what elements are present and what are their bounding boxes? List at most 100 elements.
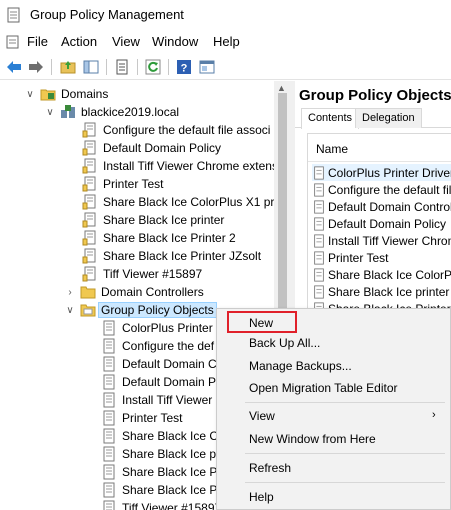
tree-item-gpo[interactable]: Printer Test (101, 409, 182, 427)
gpo-link-icon (82, 140, 96, 156)
tree-item-gpo-link[interactable]: Share Black Ice printer (82, 211, 224, 229)
refresh-button[interactable] (143, 57, 163, 77)
list-item[interactable]: Share Black Ice ColorPlus (312, 266, 451, 283)
forward-button[interactable] (26, 57, 46, 77)
tree-label: Share Black Ice Pr (122, 465, 222, 479)
menu-action[interactable]: Action (61, 34, 97, 49)
tree-item-gpo-link[interactable]: Share Black Ice Printer 2 (82, 229, 236, 247)
column-header-name[interactable]: Name (308, 134, 451, 162)
toolbar: ? (0, 54, 451, 80)
tree-item-gpo-link[interactable]: Share Black Ice ColorPlus X1 prir (82, 193, 281, 211)
tab-delegation[interactable]: Delegation (355, 108, 422, 128)
console-view-button[interactable] (197, 57, 217, 77)
expand-chevron-icon[interactable]: › (64, 286, 76, 298)
list-item[interactable]: Install Tiff Viewer Chrome (312, 232, 451, 249)
tree-item-gpo[interactable]: Configure the def (101, 337, 214, 355)
menu-item-new[interactable]: New (249, 316, 273, 330)
tree-label: Configure the default file associ (103, 123, 271, 137)
back-arrow-icon (7, 61, 21, 73)
tree-label: Domains (61, 87, 109, 101)
tree-item-gpo[interactable]: Install Tiff Viewer (101, 391, 212, 409)
list-item[interactable]: Printer Test (312, 249, 388, 266)
help-button[interactable]: ? (174, 57, 194, 77)
gpo-icon (103, 338, 115, 354)
tree-item-gpo-link[interactable]: Printer Test (82, 175, 163, 193)
gpo-icon (103, 428, 115, 444)
help-icon: ? (177, 60, 191, 75)
tab-contents[interactable]: Contents (301, 108, 360, 129)
gpo-link-icon (82, 266, 96, 282)
gpo-icon (103, 482, 115, 498)
gpo-icon (103, 500, 115, 510)
list-item-label: Install Tiff Viewer Chrome (328, 233, 451, 248)
menu-window[interactable]: Window (152, 34, 198, 49)
menu-item-back-up-all[interactable]: Back Up All... (249, 336, 320, 350)
gpo-link-icon (82, 122, 96, 138)
menu-item-new-window-from-here[interactable]: New Window from Here (249, 432, 376, 446)
tree-label: Share Black Ice Printer JZsolt (103, 249, 262, 263)
menu-file[interactable]: File (27, 34, 48, 49)
domains-icon (40, 89, 56, 101)
tree-item-gpo-link[interactable]: Install Tiff Viewer Chrome extens (82, 157, 278, 175)
show-hide-console-tree-button[interactable] (81, 57, 101, 77)
title-bar: Group Policy Management (0, 0, 451, 30)
list-item[interactable]: ColorPlus Printer Driver (312, 164, 451, 181)
tree-item-gpo[interactable]: Share Black Ice Pr (101, 463, 221, 481)
tree-label: Tiff Viewer #15897 (103, 267, 203, 281)
collapse-chevron-icon[interactable]: ∨ (64, 304, 76, 316)
forward-arrow-icon (29, 61, 43, 73)
tree-item-gpo[interactable]: Default Domain P (101, 373, 216, 391)
gpo-icon (314, 199, 324, 214)
menu-help[interactable]: Help (213, 34, 240, 49)
details-header: Group Policy Objects (295, 81, 451, 105)
tree-label: Printer Test (103, 177, 164, 191)
console-menu-icon[interactable] (5, 34, 21, 50)
tree-item-gpo[interactable]: Share Black Ice Pr (101, 481, 221, 499)
tree-item-domains[interactable]: ∨ Domains (24, 85, 108, 103)
window-title: Group Policy Management (30, 7, 184, 22)
menu-item-open-migration-table-editor[interactable]: Open Migration Table Editor (249, 381, 398, 395)
details-title: Group Policy Objects (299, 87, 451, 104)
collapse-chevron-icon[interactable]: ∨ (24, 88, 36, 100)
tree-item-gpo-link[interactable]: Default Domain Policy (82, 139, 221, 157)
properties-button[interactable] (112, 57, 132, 77)
tree-item-group-policy-objects[interactable]: ∨ Group Policy Objects (64, 301, 217, 319)
up-one-level-button[interactable] (58, 57, 78, 77)
gpo-icon (103, 392, 115, 408)
tree-label: Domain Controllers (101, 285, 204, 299)
menu-view[interactable]: View (112, 34, 140, 49)
menu-item-help[interactable]: Help (249, 490, 274, 504)
tree-item-domain[interactable]: ∨ blackice2019.local (44, 103, 179, 121)
gpo-link-icon (82, 158, 96, 174)
tree-item-gpo[interactable]: Tiff Viewer #15897 (101, 499, 221, 510)
gpo-icon (103, 374, 115, 390)
tree-label: Install Tiff Viewer Chrome extens (103, 159, 278, 173)
list-item[interactable]: Share Black Ice printer (312, 283, 449, 300)
tree-item-gpo[interactable]: ColorPlus Printer (101, 319, 213, 337)
submenu-arrow-icon: › (432, 409, 436, 421)
menu-item-view[interactable]: View (249, 409, 275, 423)
toolbar-separator (106, 59, 107, 75)
tree-item-domain-controllers[interactable]: › Domain Controllers (64, 283, 204, 301)
menu-item-manage-backups[interactable]: Manage Backups... (249, 359, 352, 373)
tree-item-gpo[interactable]: Share Black Ice pri (101, 445, 223, 463)
back-button[interactable] (4, 57, 24, 77)
gpo-icon (103, 446, 115, 462)
gpo-icon (314, 267, 324, 282)
menu-item-refresh[interactable]: Refresh (249, 461, 291, 475)
tree-item-gpo-link[interactable]: Tiff Viewer #15897 (82, 265, 202, 283)
tree-item-gpo-link[interactable]: Share Black Ice Printer JZsolt (82, 247, 261, 265)
show-hide-tree-icon (83, 60, 99, 74)
tree-item-gpo[interactable]: Default Domain C (101, 355, 217, 373)
collapse-chevron-icon[interactable]: ∨ (44, 106, 56, 118)
tree-item-gpo[interactable]: Share Black Ice Co (101, 427, 225, 445)
gpo-icon (103, 410, 115, 426)
tree-item-gpo-link[interactable]: Configure the default file associ (82, 121, 270, 139)
tree-label: Share Black Ice printer (103, 213, 225, 227)
tree-label: ColorPlus Printer (122, 321, 213, 335)
scroll-up-arrow-icon[interactable]: ▲ (277, 83, 286, 93)
list-item[interactable]: Configure the default file a (312, 181, 451, 198)
column-header-label: Name (316, 142, 349, 156)
list-item[interactable]: Default Domain Controller (312, 198, 451, 215)
list-item[interactable]: Default Domain Policy (312, 215, 446, 232)
